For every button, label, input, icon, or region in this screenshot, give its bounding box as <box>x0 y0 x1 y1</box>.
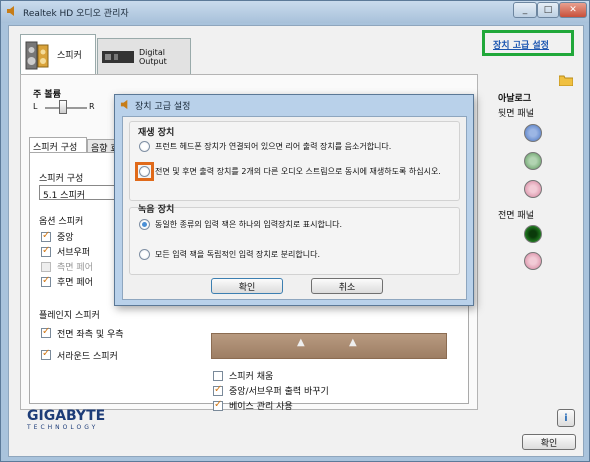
volume-label: 주 볼륨 <box>33 90 61 100</box>
tab-speaker-config[interactable]: 스피커 구성 <box>29 137 87 153</box>
jack-front-pink[interactable] <box>524 252 542 270</box>
minimize-button[interactable]: _ <box>513 2 537 18</box>
check-front-lr[interactable]: 전면 좌측 및 우측 <box>41 322 191 344</box>
label-swap-center-sub: 중앙/서브우퍼 출력 바꾸기 <box>229 387 329 397</box>
playback-option-1[interactable]: 프런트 헤드폰 장치가 연결되어 있으면 리어 출력 장치를 음소거합니다. <box>139 141 451 152</box>
jack-back-blue[interactable] <box>524 124 542 142</box>
volume-left-label: L <box>33 102 38 111</box>
tab-digital-output-label: Digital Output <box>139 47 167 66</box>
jack-back-green[interactable] <box>524 152 542 170</box>
dialog-ok-button[interactable]: 확인 <box>211 278 283 294</box>
check-swap-center-sub[interactable]: 중앙/서브우퍼 출력 바꾸기 <box>213 383 413 398</box>
back-panel-label: 뒷면 패널 <box>498 109 534 119</box>
label-bass-management: 베이스 관리 사용 <box>229 402 293 412</box>
radio-mute-rear[interactable] <box>139 141 150 152</box>
front-panel-label: 전면 패널 <box>498 211 534 221</box>
recording-option-2[interactable]: 모든 입력 잭을 독립적인 입력 장치로 분리합니다. <box>139 249 451 260</box>
virtual-surround-list: 전면 좌측 및 우측 서라운드 스피커 <box>41 322 191 366</box>
window-title: Realtek HD 오디오 관리자 <box>23 9 129 19</box>
full-range-label: 옵션 스피커 <box>39 217 84 227</box>
gigabyte-logo: GIGABYTE TECHNOLOGY <box>27 408 105 431</box>
brand-tagline: TECHNOLOGY <box>27 424 99 431</box>
label-center: 중앙 <box>57 233 74 243</box>
playback-option-2[interactable]: 전면 및 후면 출력 장치를 2개의 다른 오디오 스트림으로 동시에 재생하도… <box>139 166 451 177</box>
maximize-button[interactable]: □ <box>537 2 559 18</box>
label-side-pair: 측면 페어 <box>57 263 93 273</box>
virtual-surround-label: 플레인지 스피커 <box>39 311 100 321</box>
checkbox-rear-pair[interactable] <box>41 275 51 287</box>
checkbox-center[interactable] <box>41 230 51 242</box>
speaker-marker-right: ▲ <box>349 337 357 348</box>
dialog-speaker-icon <box>120 99 131 113</box>
checkbox-swap-center-sub[interactable] <box>213 384 223 396</box>
label-subwoofer: 서브우퍼 <box>57 248 91 258</box>
label-surround: 서라운드 스피커 <box>57 351 118 362</box>
tab-speakers[interactable]: 스피커 <box>20 34 96 74</box>
advanced-settings-dialog: 장치 고급 설정 재생 장치 프런트 헤드폰 장치가 연결되어 있으면 리어 출… <box>114 94 474 306</box>
dialog-title: 장치 고급 설정 <box>135 102 191 112</box>
radio-combine-inputs[interactable] <box>139 219 150 230</box>
label-rear-pair: 후면 페어 <box>57 278 93 288</box>
checkbox-subwoofer[interactable] <box>41 245 51 257</box>
speaker-room-floor <box>211 333 447 359</box>
dialog-cancel-button[interactable]: 취소 <box>311 278 383 294</box>
volume-right-label: R <box>89 102 95 111</box>
speaker-icon <box>25 39 51 71</box>
recording-option-1-label: 동일한 종류의 입력 잭은 하나의 입력장치로 표시합니다. <box>155 220 343 229</box>
check-surround[interactable]: 서라운드 스피커 <box>41 344 191 366</box>
close-button[interactable]: ✕ <box>559 2 587 18</box>
checkbox-side-pair <box>41 261 51 272</box>
checkbox-surround[interactable] <box>41 348 51 360</box>
speaker-config-value: 5.1 스피커 <box>43 191 86 201</box>
recording-title: 녹음 장치 <box>138 205 175 215</box>
recording-option-1[interactable]: 동일한 종류의 입력 잭은 하나의 입력장치로 표시합니다. <box>139 219 451 230</box>
advanced-settings-link[interactable]: 장치 고급 설정 <box>493 38 549 51</box>
speaker-marker-left: ▲ <box>297 337 305 348</box>
speaker-config-select[interactable]: 5.1 스피커 <box>39 185 123 201</box>
info-button[interactable]: i <box>557 409 575 427</box>
radio-multistream[interactable] <box>139 166 150 177</box>
check-bass-management[interactable]: 베이스 관리 사용 <box>213 398 413 413</box>
recording-group <box>129 207 460 275</box>
recording-option-2-label: 모든 입력 잭을 독립적인 입력 장치로 분리합니다. <box>155 250 320 259</box>
folder-icon[interactable] <box>558 74 574 89</box>
info-icon: i <box>564 412 568 424</box>
speaker-app-icon <box>6 5 18 17</box>
checkbox-bass-management[interactable] <box>213 399 223 411</box>
analog-title: 아날로그 <box>498 94 532 104</box>
bottom-options: 스피커 채움 중앙/서브우퍼 출력 바꾸기 베이스 관리 사용 <box>213 368 413 413</box>
jack-front-green[interactable] <box>524 225 542 243</box>
jack-back-pink[interactable] <box>524 180 542 198</box>
tab-digital-output[interactable]: Digital Output <box>97 38 191 74</box>
title-bar: Realtek HD 오디오 관리자 _ □ ✕ <box>1 1 589 23</box>
checkbox-front-lr[interactable] <box>41 326 51 338</box>
playback-option-2-label: 전면 및 후면 출력 장치를 2개의 다른 오디오 스트림으로 동시에 재생하도… <box>155 167 441 176</box>
playback-title: 재생 장치 <box>138 128 175 138</box>
main-ok-button[interactable]: 확인 <box>522 434 576 450</box>
check-speaker-fill[interactable]: 스피커 채움 <box>213 368 413 383</box>
speaker-config-label: 스피커 구성 <box>39 174 84 184</box>
playback-group <box>129 121 460 201</box>
radio-separate-inputs[interactable] <box>139 249 150 260</box>
brand-name: GIGABYTE <box>27 408 106 424</box>
playback-option-1-label: 프런트 헤드폰 장치가 연결되어 있으면 리어 출력 장치를 음소거합니다. <box>155 142 392 151</box>
digital-output-icon <box>102 50 134 64</box>
dialog-body: 재생 장치 프런트 헤드폰 장치가 연결되어 있으면 리어 출력 장치를 음소거… <box>122 116 467 300</box>
label-speaker-fill: 스피커 채움 <box>229 372 274 382</box>
label-front-lr: 전면 좌측 및 우측 <box>57 329 124 340</box>
tab-speakers-label: 스피커 <box>57 51 82 61</box>
volume-slider-thumb[interactable] <box>59 100 67 114</box>
checkbox-speaker-fill[interactable] <box>213 370 223 381</box>
